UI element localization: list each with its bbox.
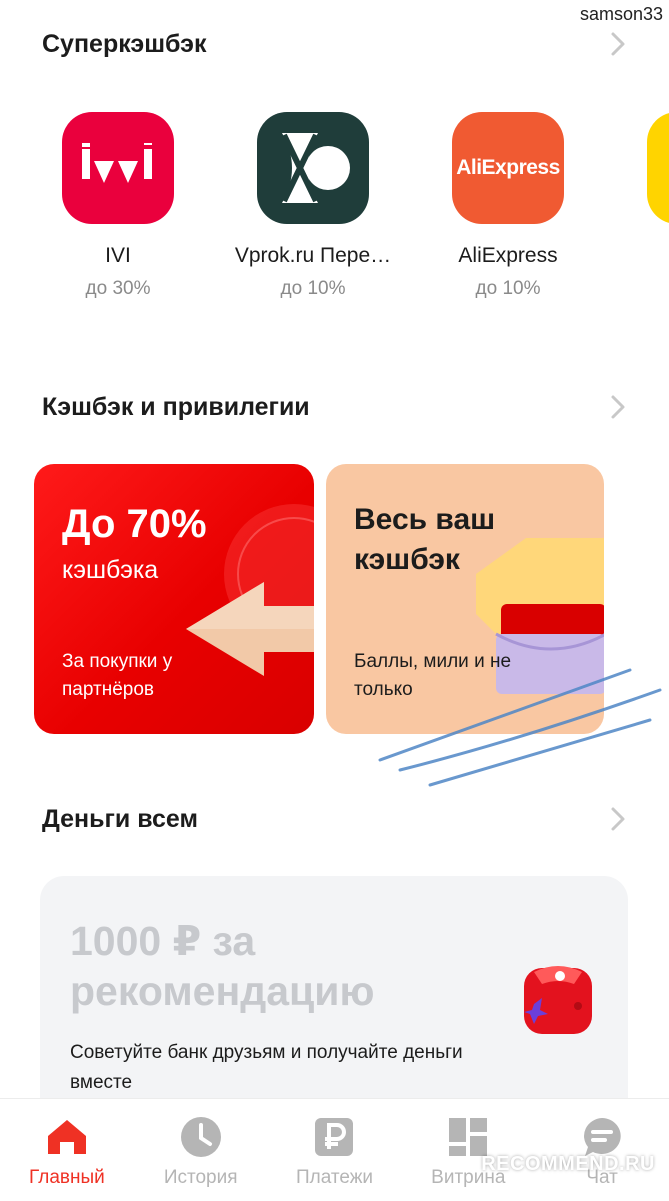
referral-description: Советуйте банк друзьям и получайте деньг…: [70, 1042, 463, 1093]
partner-card-ivi[interactable]: IVI до 30%: [23, 112, 213, 300]
watermark-username: samson33: [579, 4, 663, 24]
referral-title: 1000 ₽ за рекомендацию: [70, 918, 375, 1014]
nav-item-chat[interactable]: Чат: [535, 1099, 669, 1201]
partner-cashback: до 30%: [85, 278, 151, 299]
nav-item-home[interactable]: Главный: [0, 1099, 134, 1201]
site-watermark: RECOMMEND.RU: [481, 1153, 655, 1175]
section-header-money[interactable]: Деньги всем: [42, 801, 629, 837]
nav-label: Платежи: [295, 1167, 374, 1188]
referral-card[interactable]: 1000 ₽ за рекомендацию Советуйте банк др…: [40, 876, 628, 1136]
clock-icon: [179, 1115, 223, 1159]
ruble-icon: [312, 1115, 356, 1159]
aliexpress-logo-icon: AliExpress: [452, 112, 564, 224]
partner-card-vprok[interactable]: Vprok.ru Пере… до 10%: [218, 112, 408, 300]
partner-card-aliexpress[interactable]: AliExpress AliExpress до 10%: [413, 112, 603, 300]
scribble-decoration: [378, 668, 662, 787]
nav-item-history[interactable]: История: [134, 1099, 268, 1201]
partners-carousel[interactable]: IVI до 30% Vprok.ru Пере… до 10% AliExpr…: [0, 112, 669, 312]
section-header-privileges[interactable]: Кэшбэк и привилегии: [42, 389, 629, 425]
promo-card-partner-cashback[interactable]: До 70% кэшбэка За покупки у партнёров: [34, 464, 314, 734]
chevron-right-icon[interactable]: [607, 804, 629, 834]
chevron-right-icon[interactable]: [607, 392, 629, 422]
section-title: Суперкэшбэк: [42, 29, 207, 58]
partner-name: AliExpress: [458, 244, 558, 267]
promo-caption: За покупки у партнёров: [62, 651, 173, 700]
section-title: Кэшбэк и привилегии: [42, 392, 310, 421]
bottom-navigation: Главный История Платежи Витрина Чат: [0, 1098, 669, 1201]
dice-icon: [524, 966, 592, 1034]
section-title: Деньги всем: [42, 804, 198, 833]
nav-item-payments[interactable]: Платежи: [268, 1099, 402, 1201]
promo-subline: кэшбэка: [62, 556, 159, 584]
partner-name: Vprok.ru Пере…: [234, 244, 392, 267]
partner-cashback: д: [608, 278, 669, 300]
promo-headline: Весь ваш кэшбэк: [354, 503, 496, 576]
partner-name: Е: [608, 244, 669, 268]
promo-headline: До 70%: [62, 502, 207, 546]
chevron-right-icon[interactable]: [607, 29, 629, 59]
partner-name: IVI: [105, 244, 131, 267]
nav-item-showcase[interactable]: Витрина: [401, 1099, 535, 1201]
vprok-logo-icon: [257, 112, 369, 224]
nav-label: История: [163, 1167, 238, 1188]
partner-cashback: до 10%: [280, 278, 346, 299]
nav-label: Главный: [29, 1167, 105, 1188]
partner-logo-icon: [647, 112, 669, 224]
home-icon: [45, 1115, 89, 1159]
partner-card-partial[interactable]: Е д: [608, 112, 669, 300]
partner-cashback: до 10%: [475, 278, 541, 299]
ivi-logo-icon: [62, 112, 174, 224]
section-header-supercashback[interactable]: Суперкэшбэк: [42, 26, 629, 62]
